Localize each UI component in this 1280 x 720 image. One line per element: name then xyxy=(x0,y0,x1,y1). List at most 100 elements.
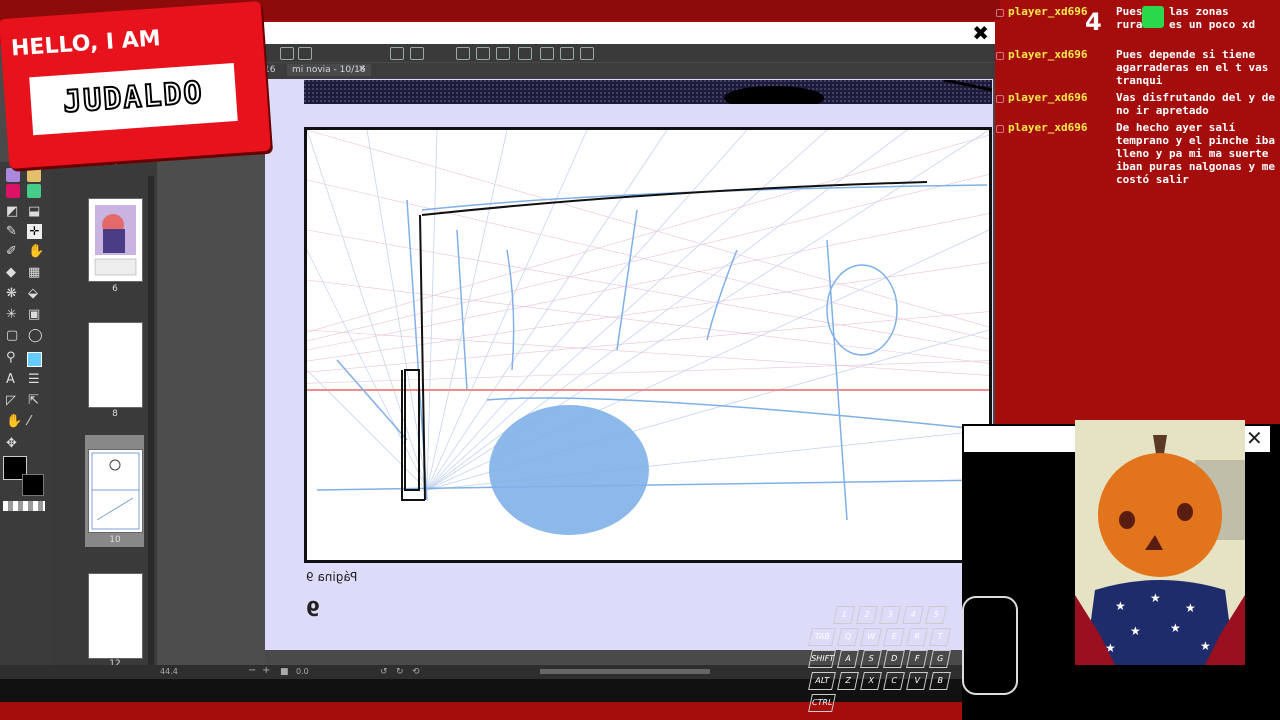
hello-name-sticker: HELLO, I AM JUDALDO xyxy=(0,1,271,169)
ruler-tool-icon[interactable]: ◸ xyxy=(6,393,16,408)
overlay-counter: 4 xyxy=(1085,8,1102,36)
window-close-icon[interactable]: ✖ xyxy=(972,22,989,44)
undo-icon[interactable] xyxy=(390,47,404,60)
tab-close-icon[interactable]: ✕ xyxy=(358,64,366,75)
chat-username: player_xd696 xyxy=(1008,5,1088,18)
transform-icon[interactable] xyxy=(496,47,510,60)
page-thumb-label: 10 xyxy=(109,535,121,545)
auto-select-icon[interactable]: ⚲ xyxy=(6,350,16,365)
fx-tool-icon[interactable] xyxy=(27,168,41,182)
key-tab: TAB xyxy=(808,628,836,646)
pen-icon[interactable]: ✎ xyxy=(6,224,17,239)
key-5: 5 xyxy=(925,606,947,624)
color-wheel-icon[interactable] xyxy=(27,184,41,198)
selection-icon[interactable] xyxy=(27,352,42,367)
frame-icon[interactable] xyxy=(298,47,312,60)
eyedropper-icon[interactable]: ⁄ xyxy=(28,414,30,429)
transparent-color-swatch[interactable] xyxy=(3,501,45,511)
text-tool-icon[interactable]: A xyxy=(6,372,15,387)
redo-icon[interactable] xyxy=(410,47,424,60)
chat-text: Vas disfrutando del y de no ir apretado xyxy=(1116,91,1275,117)
key-q: Q xyxy=(837,628,859,646)
canvas-workspace xyxy=(157,79,265,672)
decoration-icon[interactable]: ❋ xyxy=(6,286,17,301)
snap-icon[interactable] xyxy=(580,47,594,60)
key-f: F xyxy=(906,650,928,668)
upper-panel-strip xyxy=(304,78,993,110)
lasso-icon[interactable]: ◯ xyxy=(28,328,43,343)
heart-icon[interactable] xyxy=(280,47,294,60)
move-tool-icon[interactable]: ✛ xyxy=(27,224,42,239)
key-v: V xyxy=(906,672,928,690)
page-thumb[interactable] xyxy=(88,198,143,282)
comic-panel[interactable] xyxy=(304,127,992,563)
move-layer-icon[interactable]: ✥ xyxy=(6,436,17,451)
operation-icon[interactable]: ⇱ xyxy=(28,393,39,408)
key-g: G xyxy=(929,650,951,668)
layer-tool-icon[interactable] xyxy=(6,168,20,182)
chat-username: player_xd696 xyxy=(1008,121,1088,134)
page-thumb-label: 6 xyxy=(112,284,118,294)
page-label: Página 9 xyxy=(306,570,358,584)
zoom-value[interactable]: 44.4 xyxy=(160,667,178,676)
ruler-icon[interactable] xyxy=(560,47,574,60)
command-bar xyxy=(250,44,995,62)
gradient-icon[interactable]: ▣ xyxy=(28,307,40,322)
key-e: E xyxy=(883,628,905,646)
chat-text: De hecho ayer salí temprano y el pinche … xyxy=(1116,121,1275,186)
chat-bullet-icon xyxy=(996,9,1004,17)
hand-icon[interactable]: ✋ xyxy=(28,244,44,259)
chat-bullet-icon xyxy=(996,95,1004,103)
palette-tool-icon[interactable] xyxy=(6,184,20,198)
page-thumb-label: 8 xyxy=(112,409,118,419)
sub-color-swatch[interactable] xyxy=(22,474,44,496)
chat-bullet-icon xyxy=(996,52,1004,60)
svg-text:★: ★ xyxy=(1185,601,1196,615)
key-1: 1 xyxy=(833,606,855,624)
stamp-icon[interactable]: ⬓ xyxy=(28,204,40,219)
page-thumb[interactable] xyxy=(88,449,143,533)
balloon-icon[interactable]: ☰ xyxy=(28,372,40,387)
eraser-icon[interactable]: ◩ xyxy=(6,204,18,219)
fit-icon[interactable]: ■ xyxy=(280,667,289,677)
key-alt: ALT xyxy=(808,672,836,690)
rotate-right-icon[interactable]: ↻ xyxy=(396,667,404,677)
key-s: S xyxy=(860,650,882,668)
sparkle-icon[interactable]: ✳ xyxy=(6,307,17,322)
key-3: 3 xyxy=(879,606,901,624)
sketch-drawing xyxy=(307,130,989,535)
help-icon[interactable] xyxy=(456,47,470,60)
mouse-overlay xyxy=(962,596,1018,695)
page-number-large: 9 xyxy=(306,597,320,621)
window-title-bar: ✖ xyxy=(250,22,995,46)
key-b: B xyxy=(929,672,951,690)
grid-icon[interactable] xyxy=(518,47,532,60)
chat-bullet-icon xyxy=(996,125,1004,133)
chat-username: player_xd696 xyxy=(1008,91,1088,104)
svg-text:★: ★ xyxy=(1200,639,1211,653)
key-a: A xyxy=(837,650,859,668)
key-t: T xyxy=(929,628,951,646)
key-ctrl: CTRL xyxy=(808,694,836,712)
zoom-in-icon[interactable]: + xyxy=(262,665,270,676)
page-thumb[interactable] xyxy=(88,322,143,408)
brush-icon[interactable]: ✐ xyxy=(6,244,17,259)
zoom-out-icon[interactable]: − xyxy=(248,665,256,676)
page-thumb[interactable] xyxy=(88,573,143,659)
fill-icon[interactable]: ◆ xyxy=(6,265,16,280)
horizontal-scrollbar[interactable] xyxy=(540,669,710,674)
chat-overlay: player_xd696 Pues en las zonas rurales e… xyxy=(996,0,1280,420)
frame-border-icon[interactable]: ▦ xyxy=(28,265,40,280)
bucket-icon[interactable]: ⬙ xyxy=(28,286,38,301)
pages-scrollbar[interactable] xyxy=(148,176,154,666)
figure-icon[interactable]: ▢ xyxy=(6,328,18,343)
webcam-close-icon[interactable]: ✕ xyxy=(1246,428,1263,448)
angle-value[interactable]: 0.0 xyxy=(296,667,309,676)
layer-icon[interactable] xyxy=(476,47,490,60)
chat-text: Pues en las zonas rurales es un poco xd xyxy=(1116,5,1256,31)
flip-icon[interactable]: ⟲ xyxy=(412,667,420,677)
rotate-left-icon[interactable]: ↺ xyxy=(380,667,388,677)
hand-pan-icon[interactable]: ✋ xyxy=(6,414,22,429)
svg-text:★: ★ xyxy=(1170,621,1181,635)
zoom-icon[interactable] xyxy=(540,47,554,60)
